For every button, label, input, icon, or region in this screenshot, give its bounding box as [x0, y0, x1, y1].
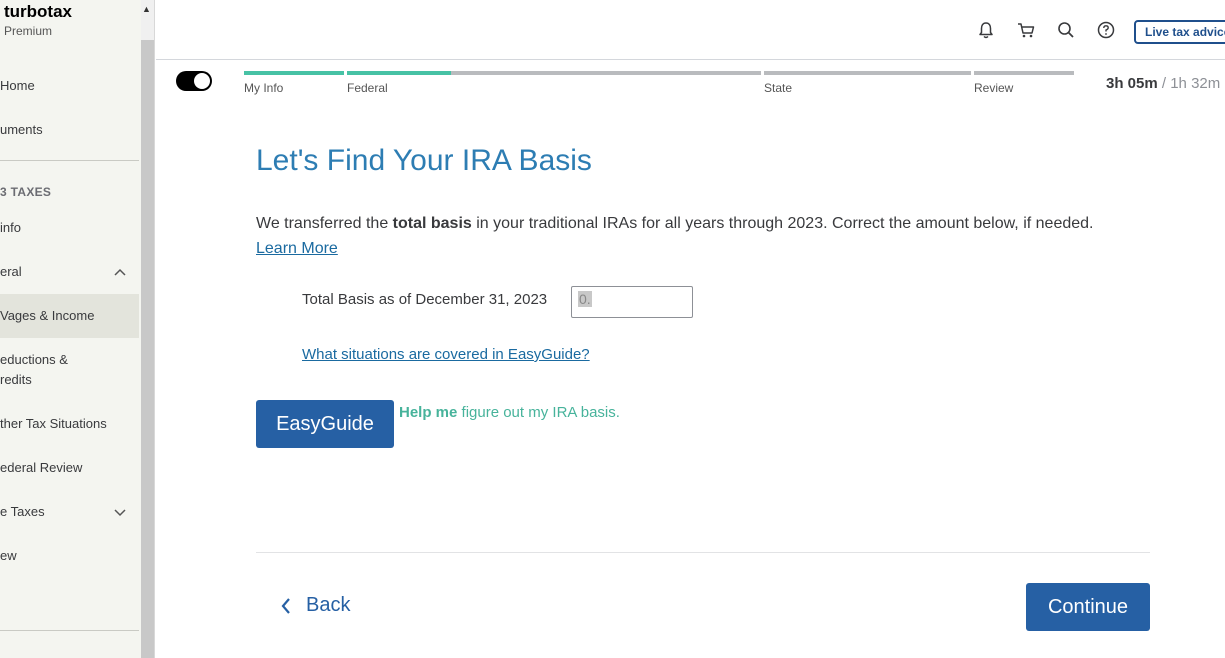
- chevron-up-icon[interactable]: [114, 266, 126, 278]
- chevron-left-icon: [281, 597, 290, 614]
- timer-main: 3h 05m: [1106, 75, 1158, 92]
- sidebar-scrollbar[interactable]: [141, 40, 154, 658]
- sidebar-item-other-tax-situations[interactable]: ther Tax Situations: [0, 414, 139, 434]
- sidebar-section-heading: 3 TAXES: [0, 185, 52, 199]
- brand-logo: turbotax: [4, 2, 72, 21]
- time-estimate: 3h 05m / 1h 32m: [1106, 75, 1220, 92]
- description-text: We transferred the total basis in your t…: [256, 215, 1094, 232]
- sidebar-item-deductions-credits[interactable]: eductions & redits: [0, 350, 100, 390]
- easyguide-help-text: Help me figure out my IRA basis.: [399, 404, 620, 421]
- bell-icon[interactable]: [976, 20, 996, 40]
- total-basis-label: Total Basis as of December 31, 2023: [302, 291, 548, 308]
- caret-up-icon[interactable]: ▲: [142, 4, 151, 14]
- timer-separator: /: [1157, 75, 1171, 92]
- search-icon[interactable]: [1056, 20, 1076, 40]
- progress-step-review: [974, 71, 1074, 75]
- sidebar-item-my-info[interactable]: info: [0, 218, 139, 238]
- sidebar-divider: [0, 160, 139, 161]
- total-basis-input[interactable]: 0.: [571, 286, 693, 318]
- progress-label-state[interactable]: State: [764, 81, 792, 95]
- progress-fill-federal: [347, 71, 451, 75]
- progress-fill-my-info: [244, 71, 344, 75]
- easyguide-situations-link[interactable]: What situations are covered in EasyGuide…: [302, 346, 590, 363]
- back-label: Back: [306, 594, 351, 616]
- top-header: Live tax advice: [156, 0, 1225, 60]
- chevron-down-icon[interactable]: [114, 506, 126, 518]
- sidebar-item-review[interactable]: ew: [0, 546, 139, 566]
- timer-total: 1h 32m: [1170, 75, 1221, 92]
- progress-label-review[interactable]: Review: [974, 81, 1013, 95]
- cart-icon[interactable]: [1016, 20, 1036, 40]
- footer-divider: [256, 552, 1150, 553]
- page-title: Let's Find Your IRA Basis: [256, 144, 592, 177]
- progress-label-my-info[interactable]: My Info: [244, 81, 283, 95]
- sidebar-item-federal-review[interactable]: ederal Review: [0, 458, 139, 478]
- edition-label: Premium: [4, 24, 53, 38]
- sidebar-item-documents[interactable]: uments: [0, 120, 139, 140]
- view-toggle[interactable]: [176, 71, 212, 91]
- help-icon[interactable]: [1096, 20, 1116, 40]
- progress-label-federal[interactable]: Federal: [347, 81, 388, 95]
- sidebar-item-home[interactable]: Home: [0, 76, 139, 96]
- continue-button[interactable]: Continue: [1026, 583, 1150, 631]
- sidebar-divider-bottom: [0, 630, 139, 631]
- toggle-knob: [194, 73, 210, 89]
- live-tax-advice-button[interactable]: Live tax advice: [1134, 20, 1225, 44]
- easyguide-button[interactable]: EasyGuide: [256, 400, 394, 448]
- sidebar-item-wages-income[interactable]: Vages & Income: [0, 294, 139, 338]
- back-button[interactable]: Back: [280, 594, 350, 617]
- learn-more-link[interactable]: Learn More: [256, 240, 338, 258]
- total-basis-value: 0.: [578, 291, 592, 307]
- progress-step-state: [764, 71, 971, 75]
- sidebar: turbotax Premium ▲ Home uments 3 TAXES i…: [0, 0, 155, 658]
